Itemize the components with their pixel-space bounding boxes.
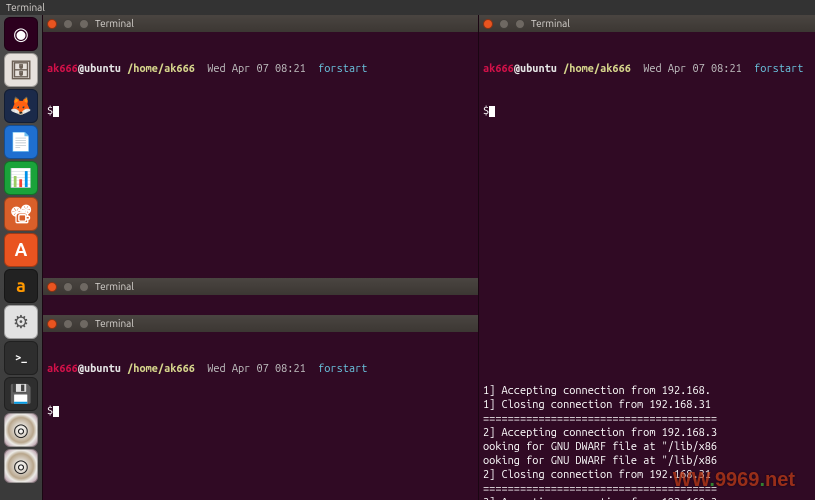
terminal-output-line: 3] Accepting connection from 192.168.3 — [483, 496, 811, 500]
software-center-icon[interactable]: A — [4, 233, 38, 267]
titlebar[interactable]: Terminal — [43, 15, 478, 32]
cursor-icon — [53, 106, 59, 117]
settings-icon[interactable]: ⚙ — [4, 305, 38, 339]
maximize-icon[interactable] — [515, 19, 525, 29]
maximize-icon[interactable] — [79, 319, 89, 329]
close-icon[interactable] — [47, 319, 57, 329]
ubuntu-logo-icon[interactable]: ◉ — [4, 17, 38, 51]
cursor-icon — [53, 406, 59, 417]
terminal-window-a[interactable]: Terminal ak666@ubuntu /home/ak666 Wed Ap… — [42, 15, 478, 278]
writer-icon[interactable]: 📄 — [4, 125, 38, 159]
impress-icon[interactable]: 📽 — [4, 197, 38, 231]
terminal-body[interactable]: ak666@ubuntu /home/ak666 Wed Apr 07 08:2… — [479, 32, 815, 500]
cursor-line: $ — [47, 104, 474, 118]
window-title: Terminal — [95, 318, 134, 329]
terminal-body[interactable]: ak666@ubuntu /home/ak666 Wed Apr 07 08:2… — [43, 32, 478, 278]
save-disk-icon[interactable]: 💾 — [4, 377, 38, 411]
terminal-output-line: 2] Accepting connection from 192.168.3 — [483, 426, 811, 440]
amazon-icon[interactable]: a — [4, 269, 38, 303]
terminal-window-d[interactable]: Terminal ak666@ubuntu /home/ak666 Wed Ap… — [478, 15, 815, 500]
prompt-line: ak666@ubuntu /home/ak666 Wed Apr 07 08:2… — [47, 62, 474, 76]
prompt-line: ak666@ubuntu /home/ak666 Wed Apr 07 08:2… — [47, 362, 474, 376]
minimize-icon[interactable] — [63, 282, 73, 292]
terminal-output-line: ====================================== — [483, 412, 811, 426]
close-icon[interactable] — [47, 19, 57, 29]
workspace: Terminal ak666@ubuntu /home/ak666 Wed Ap… — [42, 15, 815, 500]
terminal-icon[interactable]: >_ — [4, 341, 38, 375]
terminal-body[interactable]: ak666@ubuntu /home/ak666 Wed Apr 07 08:2… — [43, 332, 478, 500]
terminal-output-line: ooking for GNU DWARF file at "/lib/x86 — [483, 454, 811, 468]
terminal-output-line: ====================================== — [483, 482, 811, 496]
terminal-body[interactable]: ak666@ubuntu /home/ak666 Wed Apr 07 08:2… — [43, 295, 478, 315]
minimize-icon[interactable] — [63, 19, 73, 29]
cursor-icon — [489, 106, 495, 117]
unity-dock: ◉🗄🦊📄📊📽Aa⚙>_💾◎◎ — [0, 15, 42, 500]
firefox-icon[interactable]: 🦊 — [4, 89, 38, 123]
terminal-output-line: ooking for GNU DWARF file at "/lib/x86 — [483, 440, 811, 454]
maximize-icon[interactable] — [79, 19, 89, 29]
top-menubar: Terminal — [0, 0, 815, 15]
minimize-icon[interactable] — [499, 19, 509, 29]
titlebar[interactable]: Terminal — [479, 15, 815, 32]
terminal-output-line: 1] Closing connection from 192.168.31 — [483, 398, 811, 412]
terminal-window-b[interactable]: Terminal ak666@ubuntu /home/ak666 Wed Ap… — [42, 278, 478, 315]
dvd-icon-2[interactable]: ◎ — [4, 449, 38, 483]
window-title: Terminal — [531, 18, 570, 29]
close-icon[interactable] — [483, 19, 493, 29]
titlebar[interactable]: Terminal — [43, 278, 478, 295]
terminal-output-line: 1] Accepting connection from 192.168. — [483, 384, 811, 398]
calc-icon[interactable]: 📊 — [4, 161, 38, 195]
menubar-title: Terminal — [6, 2, 45, 13]
cursor-line: $ — [47, 404, 474, 418]
titlebar[interactable]: Terminal — [43, 315, 478, 332]
cursor-line: $ — [483, 104, 811, 118]
close-icon[interactable] — [47, 282, 57, 292]
window-title: Terminal — [95, 18, 134, 29]
window-title: Terminal — [95, 281, 134, 292]
maximize-icon[interactable] — [79, 282, 89, 292]
minimize-icon[interactable] — [63, 319, 73, 329]
dvd-icon-1[interactable]: ◎ — [4, 413, 38, 447]
files-icon[interactable]: 🗄 — [4, 53, 38, 87]
prompt-line: ak666@ubuntu /home/ak666 Wed Apr 07 08:2… — [483, 62, 811, 76]
terminal-output-line: 2] Closing connection from 192.168.31 — [483, 468, 811, 482]
terminal-window-c[interactable]: Terminal ak666@ubuntu /home/ak666 Wed Ap… — [42, 315, 478, 500]
